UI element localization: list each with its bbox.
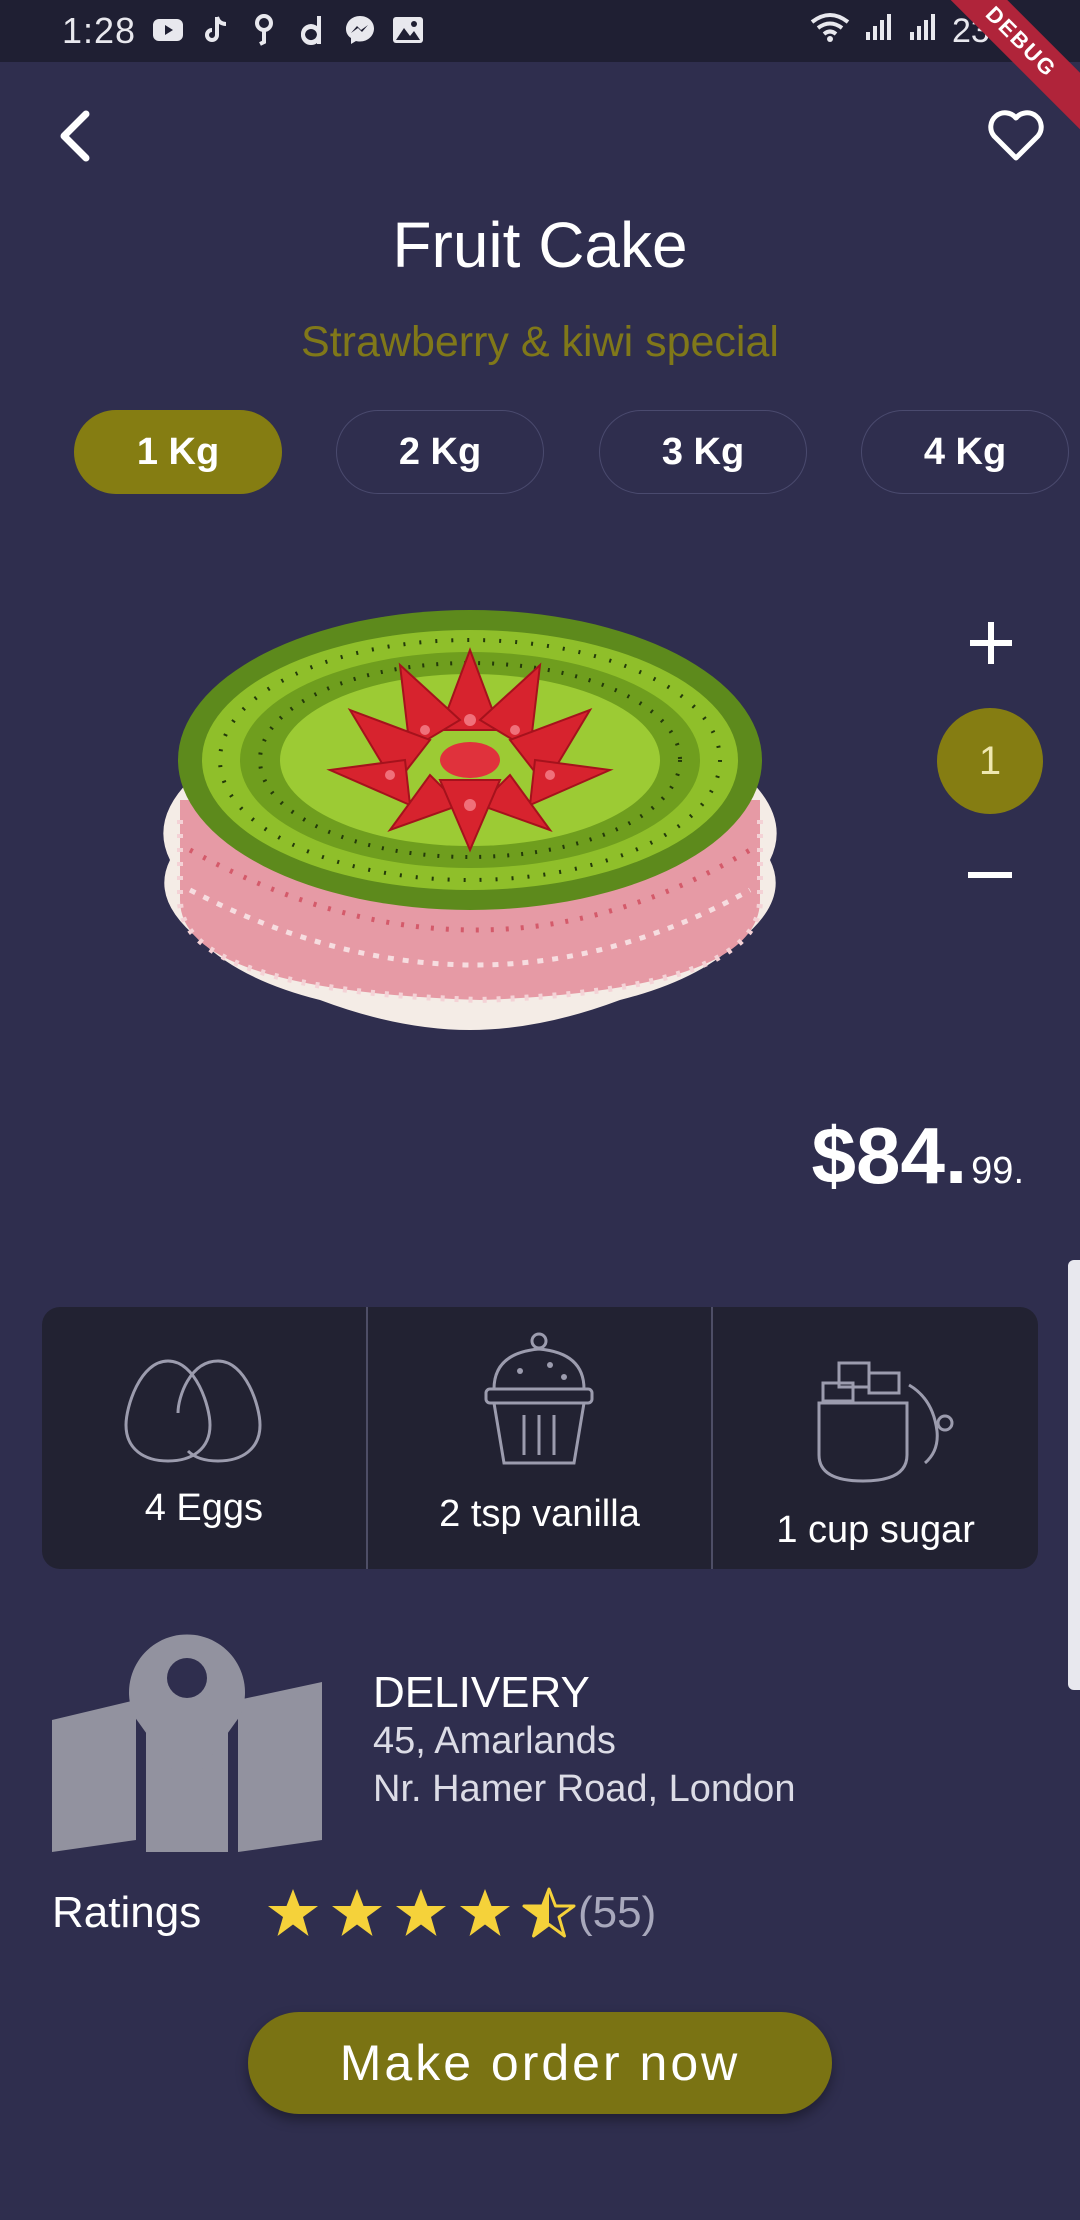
delivery-address-line2: Nr. Hamer Road, London: [373, 1768, 796, 1810]
price-cents: 99.: [971, 1150, 1024, 1192]
star-icon: [460, 1889, 510, 1936]
ingredient-item: 1 cup sugar: [711, 1307, 1038, 1569]
price-main: $84.: [811, 1111, 968, 1200]
delivery-title: DELIVERY: [373, 1668, 590, 1717]
star-icon: [396, 1889, 446, 1936]
signal-icon: [908, 12, 938, 51]
rating-count: (55): [578, 1888, 657, 1937]
product-title: Fruit Cake: [392, 209, 688, 281]
chevron-left-icon: [60, 110, 90, 162]
back-button[interactable]: [52, 106, 102, 166]
star-half-icon: [522, 1887, 576, 1938]
signal-icon: [864, 12, 894, 51]
heart-outline-icon: [988, 110, 1044, 161]
ingredient-item: 4 Eggs: [42, 1307, 366, 1569]
youtube-icon: [152, 14, 184, 46]
size-chip-1kg[interactable]: 1 Kg: [74, 410, 282, 494]
status-time: 1:28: [62, 10, 137, 51]
sugar-jar-icon: [817, 1361, 954, 1483]
eggs-icon: [124, 1359, 262, 1463]
scrollbar[interactable]: [1068, 1260, 1080, 1690]
quantity-decrement-button[interactable]: [968, 872, 1012, 878]
star-rating: [266, 1886, 576, 1940]
star-icon: [332, 1889, 382, 1936]
wifi-icon: [810, 12, 850, 51]
notification-icons: [152, 14, 424, 46]
make-order-button[interactable]: Make order now: [248, 2012, 832, 2114]
size-chip-2kg[interactable]: 2 Kg: [336, 410, 544, 494]
size-chip-4kg[interactable]: 4 Kg: [861, 410, 1069, 494]
favorite-button[interactable]: [986, 106, 1046, 166]
ratings-label: Ratings: [52, 1888, 202, 1937]
ingredient-label: 4 Eggs: [144, 1487, 263, 1529]
d-app-icon: [296, 14, 328, 46]
delivery-address-line1: 45, Amarlands: [373, 1720, 616, 1762]
star-icon: [268, 1889, 318, 1936]
product-subtitle: Strawberry & kiwi special: [301, 318, 779, 366]
ingredient-label: 2 tsp vanilla: [439, 1493, 640, 1535]
quantity-increment-button[interactable]: [968, 620, 1014, 666]
map-pin-icon: [52, 1634, 322, 1852]
cupcake-icon: [484, 1332, 594, 1465]
size-chip-3kg[interactable]: 3 Kg: [599, 410, 807, 494]
quantity-value: 1: [937, 708, 1043, 814]
gallery-icon: [392, 14, 424, 46]
plus-icon: [970, 622, 1012, 664]
messenger-icon: [344, 14, 376, 46]
ingredient-label: 1 cup sugar: [776, 1509, 975, 1551]
ingredient-item: 2 tsp vanilla: [365, 1307, 712, 1569]
pin-icon: [248, 14, 280, 46]
tiktok-icon: [200, 14, 232, 46]
price: $84. 99.: [811, 1110, 1024, 1202]
fruit-cake-image: [163, 610, 777, 1030]
status-bar: 1:28 23% DEBUG: [0, 0, 1080, 145]
ingredients-card: 4 Eggs 2 tsp vanilla 1 cup sugar: [42, 1307, 1038, 1569]
